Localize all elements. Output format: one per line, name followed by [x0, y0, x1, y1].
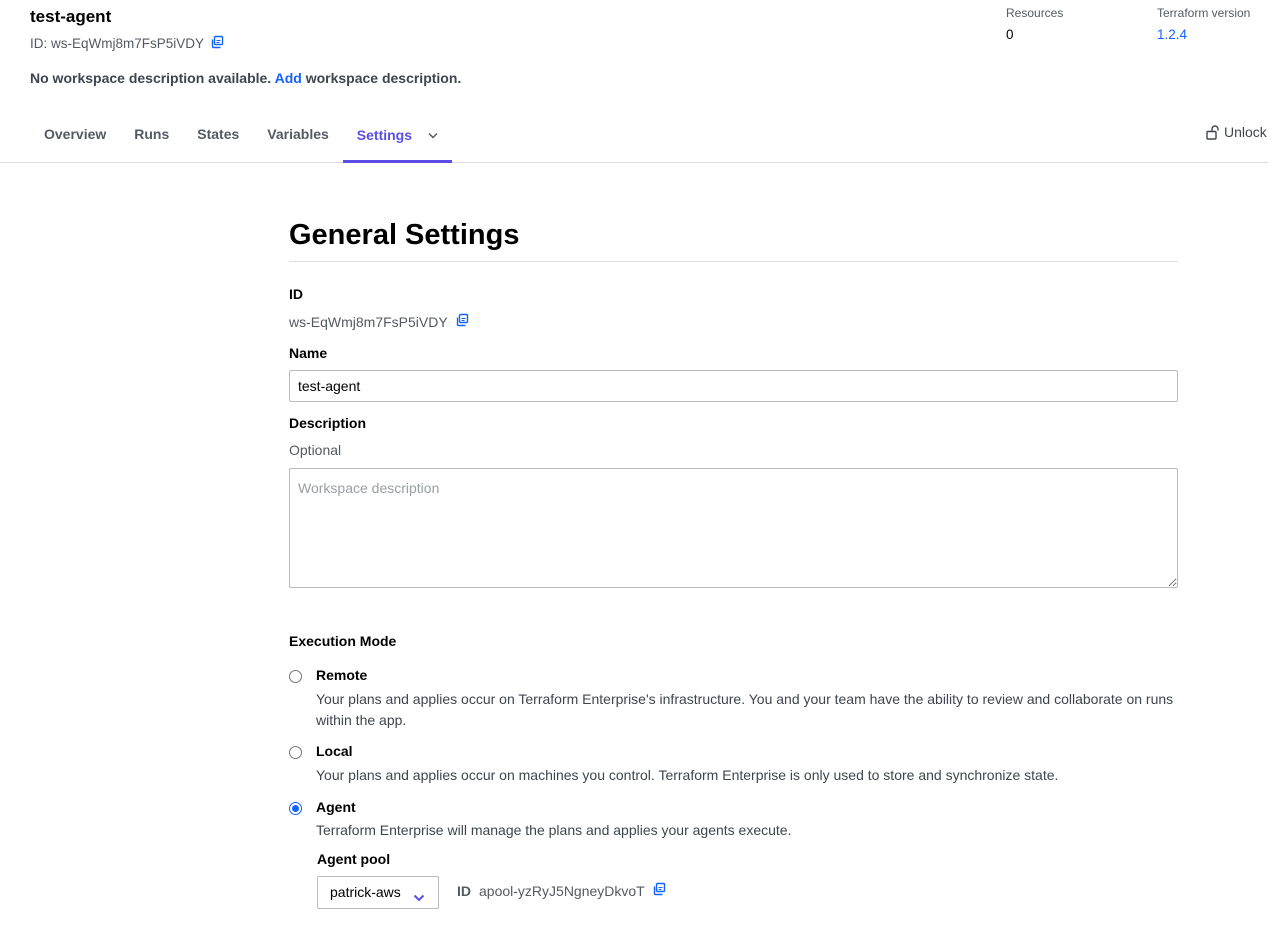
- agent-pool-label: Agent pool: [317, 851, 391, 867]
- tab-runs[interactable]: Runs: [120, 112, 183, 162]
- tab-label: States: [197, 126, 240, 142]
- unlock-icon: [1206, 124, 1219, 140]
- agent-pool-id: ID apool-yzRyJ5NgneyDkvoT: [457, 882, 666, 899]
- tab-variables[interactable]: Variables: [253, 112, 343, 162]
- copy-icon[interactable]: [210, 35, 224, 52]
- copy-icon[interactable]: [455, 313, 469, 330]
- tab-label: Runs: [134, 126, 170, 142]
- id-label: ID: [289, 286, 303, 302]
- workspace-id-text: ID: ws-EqWmj8m7FsP5iVDY: [30, 36, 205, 51]
- local-help: Your plans and applies occur on machines…: [316, 767, 1059, 783]
- tab-states[interactable]: States: [183, 112, 253, 162]
- terraform-version-link[interactable]: 1.2.4: [1157, 27, 1250, 42]
- workspace-tabs: Overview Runs States Variables Settings: [30, 112, 453, 163]
- terraform-version-stat: Terraform version 1.2.4: [1157, 6, 1250, 42]
- local-label[interactable]: Local: [316, 743, 353, 759]
- name-label: Name: [289, 345, 328, 361]
- workspace-description: No workspace description available. Add …: [30, 70, 461, 86]
- title-divider: [289, 261, 1178, 262]
- unlock-button[interactable]: Unlock: [1206, 124, 1267, 140]
- resources-stat: Resources 0: [1006, 6, 1063, 42]
- workspace-header: test-agent ID: ws-EqWmj8m7FsP5iVDY No wo…: [0, 0, 1268, 163]
- tab-overview[interactable]: Overview: [30, 112, 120, 162]
- name-input[interactable]: [289, 370, 1178, 402]
- workspace-name: test-agent: [30, 7, 112, 26]
- tab-label: Settings: [356, 127, 413, 143]
- agent-pool-id-value: apool-yzRyJ5NgneyDkvoT: [479, 882, 645, 899]
- workspace-id-value: ws-EqWmj8m7FsP5iVDY: [289, 313, 448, 330]
- radio-agent[interactable]: [289, 802, 302, 815]
- workspace-id: ID: ws-EqWmj8m7FsP5iVDY: [30, 35, 224, 52]
- description-label: Description: [289, 415, 367, 431]
- description-suffix: workspace description.: [305, 70, 462, 86]
- execution-mode-label: Execution Mode: [289, 633, 397, 649]
- remote-label[interactable]: Remote: [316, 667, 367, 683]
- terraform-version-label: Terraform version: [1157, 6, 1251, 20]
- workspace-id-row: ws-EqWmj8m7FsP5iVDY: [289, 313, 469, 330]
- tab-label: Variables: [267, 126, 329, 142]
- remote-help: Your plans and applies occur on Terrafor…: [316, 691, 1174, 728]
- description-textarea[interactable]: [289, 468, 1178, 588]
- add-description-link[interactable]: Add: [275, 70, 302, 86]
- resources-label: Resources: [1006, 6, 1064, 20]
- resources-value: 0: [1006, 27, 1014, 42]
- page-title: General Settings: [289, 219, 520, 251]
- radio-remote[interactable]: [289, 670, 302, 683]
- copy-icon[interactable]: [652, 882, 666, 899]
- agent-help: Terraform Enterprise will manage the pla…: [316, 822, 792, 838]
- agent-label[interactable]: Agent: [316, 799, 356, 815]
- chevron-down-icon: [428, 126, 438, 142]
- chevron-down-icon: [413, 889, 425, 905]
- agent-pool-value: patrick-aws: [330, 884, 401, 900]
- no-description-text: No workspace description available.: [30, 70, 272, 86]
- tab-label: Overview: [44, 126, 107, 142]
- agent-pool-select[interactable]: patrick-aws: [317, 876, 439, 909]
- radio-local[interactable]: [289, 746, 302, 759]
- description-optional: Optional: [289, 442, 342, 458]
- tab-settings[interactable]: Settings: [342, 112, 453, 163]
- unlock-label: Unlock: [1224, 124, 1267, 140]
- agent-pool-id-key: ID: [457, 882, 471, 899]
